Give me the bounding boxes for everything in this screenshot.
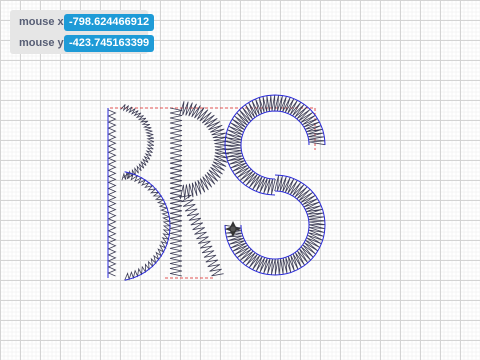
crosshair-cursor-icon[interactable] <box>224 220 242 238</box>
mouse-y-label: mouse y <box>19 37 64 49</box>
mouse-x-monitor[interactable]: mouse x -798.624466912 <box>10 12 155 32</box>
letter-b-stitches <box>107 104 172 281</box>
mouse-y-value: -423.745163399 <box>64 34 155 52</box>
mouse-x-label: mouse x <box>19 16 64 28</box>
stage-canvas[interactable] <box>0 0 480 360</box>
embroidery-drawing <box>107 94 326 281</box>
mouse-x-value: -798.624466912 <box>64 13 155 31</box>
variable-monitors: mouse x -798.624466912 mouse y -423.7451… <box>10 10 155 54</box>
mouse-y-monitor[interactable]: mouse y -423.745163399 <box>10 33 155 53</box>
guide-lines <box>110 107 316 279</box>
letter-r-stitches <box>169 101 230 277</box>
letter-s-stitches <box>224 94 326 276</box>
